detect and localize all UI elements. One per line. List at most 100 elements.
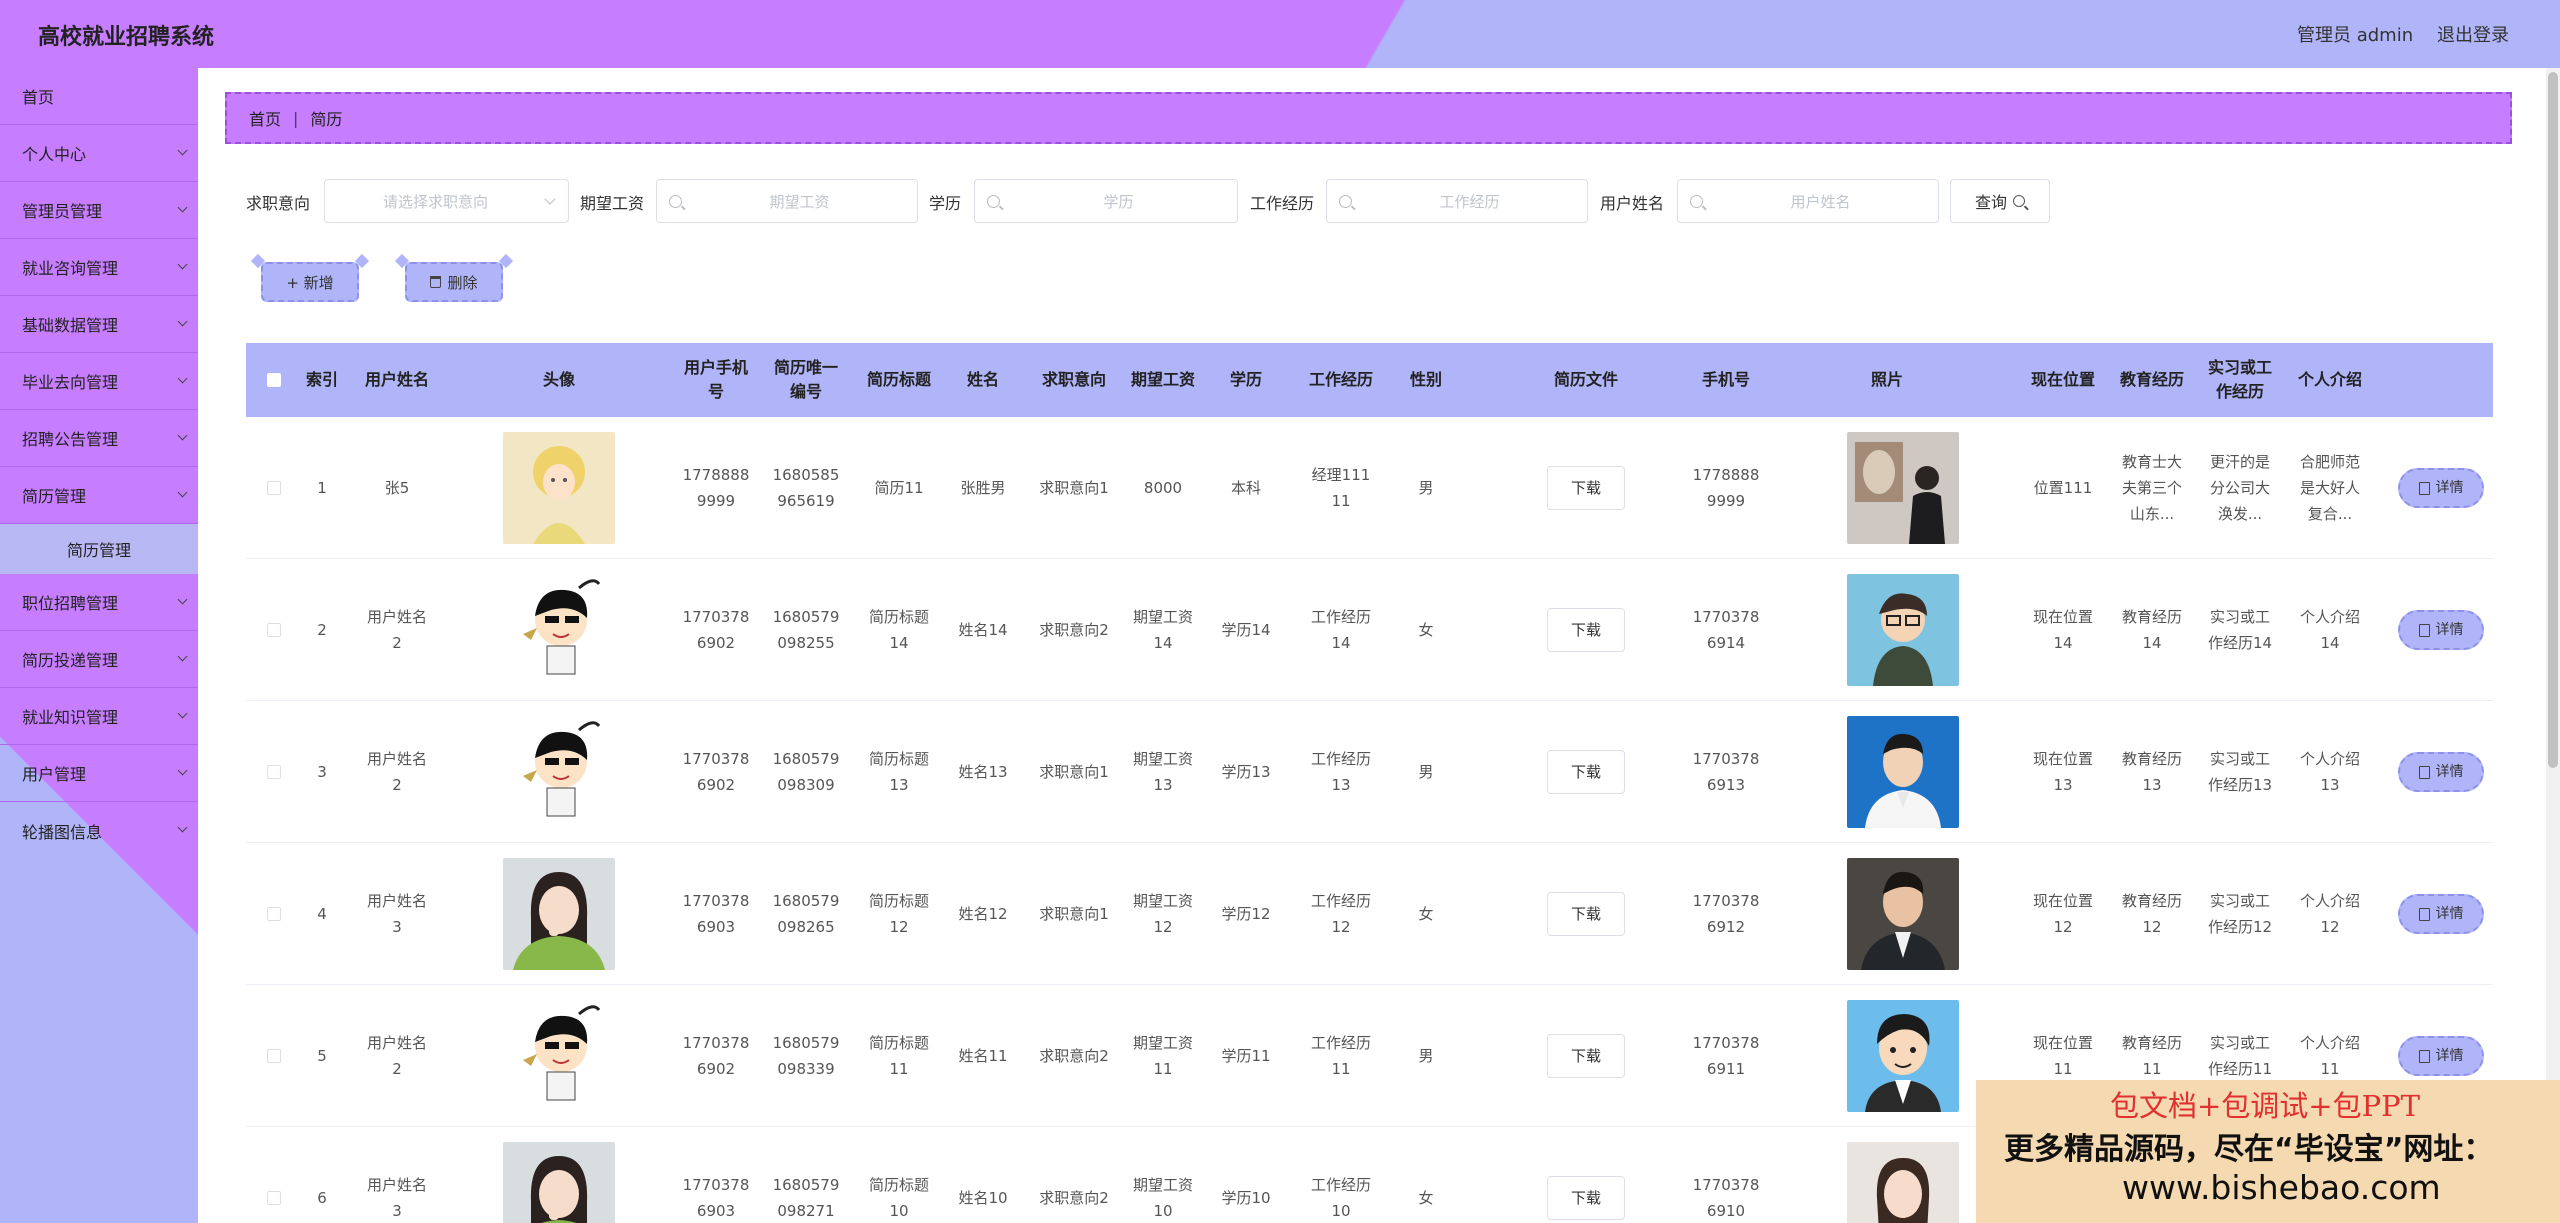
cell-gender: 女	[1418, 1189, 1434, 1207]
row-checkbox[interactable]	[267, 907, 281, 921]
row-checkbox[interactable]	[267, 1049, 281, 1063]
intention-select[interactable]: 请选择求职意向	[324, 179, 569, 223]
logout-link[interactable]: 退出登录	[2437, 21, 2509, 47]
cell-salary: 期望工资12	[1132, 892, 1193, 936]
detail-button[interactable]: 详情	[2398, 752, 2484, 792]
sidebar-subitem-resume-management[interactable]: 简历管理	[0, 524, 198, 574]
cell-resume-code: 1680579098265	[772, 892, 840, 936]
cell-index: 4	[317, 905, 327, 923]
chevron-down-icon	[177, 259, 188, 270]
detail-button[interactable]: 详情	[2398, 1036, 2484, 1076]
download-button[interactable]: 下载	[1547, 1176, 1625, 1220]
th-mobile: 手机号	[1701, 370, 1750, 389]
row-checkbox[interactable]	[267, 623, 281, 637]
detail-button[interactable]: 详情	[2398, 610, 2484, 650]
detail-button[interactable]: 详情	[2398, 894, 2484, 934]
download-button[interactable]: 下载	[1547, 892, 1625, 936]
experience-label: 工作经历	[1250, 194, 1315, 213]
sidebar-item-home[interactable]: 首页	[0, 68, 198, 125]
cell-gender: 男	[1418, 479, 1434, 497]
sidebar-item-resume-delivery[interactable]: 简历投递管理	[0, 631, 198, 688]
download-button[interactable]: 下载	[1547, 750, 1625, 794]
row-checkbox[interactable]	[267, 765, 281, 779]
cell-salary: 8000	[1143, 479, 1183, 497]
th-location: 现在位置	[2030, 370, 2095, 389]
select-all-checkbox[interactable]	[267, 373, 281, 387]
experience-input[interactable]: 工作经历	[1326, 179, 1588, 223]
sidebar-item-carousel[interactable]: 轮播图信息	[0, 802, 198, 859]
breadcrumb-home[interactable]: 首页	[249, 106, 281, 130]
cell-introduction: 个人介绍14	[2299, 608, 2360, 652]
th-name: 姓名	[966, 370, 999, 389]
query-label: 查询	[1974, 193, 2007, 212]
search-icon	[987, 194, 1000, 208]
cell-mobile: 17703786914	[1692, 608, 1760, 652]
cell-username: 用户姓名2	[367, 1034, 428, 1078]
cell-resume-file: 下载	[1546, 559, 1626, 701]
cell-introduction: 合肥师范是大好人复合...	[2299, 453, 2360, 523]
sidebar-item-employment-consulting[interactable]: 就业咨询管理	[0, 239, 198, 296]
cell-resume-title: 简历标题11	[868, 1034, 929, 1078]
cell-work-history: 更汗的是分公司大涣发...	[2209, 453, 2270, 523]
cell-mobile: 17703786913	[1692, 750, 1760, 794]
download-button[interactable]: 下载	[1547, 1034, 1625, 1078]
th-introduction: 个人介绍	[2297, 370, 2362, 389]
detail-label: 详情	[2435, 1048, 2464, 1064]
cell-user-phone: 17788889999	[682, 466, 750, 510]
chevron-down-icon	[177, 430, 188, 441]
trash-icon	[430, 276, 442, 288]
app-title: 高校就业招聘系统	[38, 25, 215, 50]
row-checkbox[interactable]	[267, 481, 281, 495]
avatar	[503, 574, 615, 686]
chevron-down-icon	[177, 765, 188, 776]
search-icon	[1690, 194, 1703, 208]
cell-photo	[1847, 1127, 1959, 1223]
sidebar-item-employment-knowledge[interactable]: 就业知识管理	[0, 688, 198, 745]
cell-experience: 工作经历13	[1310, 750, 1371, 794]
cell-education: 学历12	[1221, 905, 1271, 923]
cell-mobile: 17788889999	[1692, 466, 1760, 510]
cell-education: 学历14	[1221, 621, 1271, 639]
sidebar-item-user-management[interactable]: 用户管理	[0, 745, 198, 802]
detail-button[interactable]: 详情	[2398, 468, 2484, 508]
cell-resume-title: 简历标题14	[868, 608, 929, 652]
sidebar-item-label: 用户管理	[22, 765, 87, 784]
sidebar-item-job-recruitment[interactable]: 职位招聘管理	[0, 574, 198, 631]
th-photo: 照片	[1870, 370, 1903, 389]
cell-resume-file: 下载	[1546, 843, 1626, 985]
cell-experience: 工作经历10	[1310, 1176, 1371, 1220]
add-button[interactable]: + 新增	[261, 262, 359, 302]
breadcrumb-current: 简历	[310, 110, 343, 129]
row-checkbox[interactable]	[267, 1191, 281, 1205]
th-salary: 期望工资	[1130, 370, 1195, 389]
watermark-line-1: 包文档+包调试+包PPT	[2110, 1089, 2420, 1123]
sidebar-item-personal-center[interactable]: 个人中心	[0, 125, 198, 182]
chevron-down-icon	[177, 708, 188, 719]
sidebar-item-basic-data[interactable]: 基础数据管理	[0, 296, 198, 353]
sidebar-item-label: 就业咨询管理	[22, 259, 119, 278]
row-checkbox-cell	[246, 985, 302, 1127]
cell-user-phone: 17703786902	[682, 608, 750, 652]
education-input[interactable]: 学历	[974, 179, 1238, 223]
username-input[interactable]: 用户姓名	[1677, 179, 1939, 223]
sidebar-item-admin-management[interactable]: 管理员管理	[0, 182, 198, 239]
photo	[1847, 574, 1959, 686]
salary-input[interactable]: 期望工资	[656, 179, 918, 223]
download-button[interactable]: 下载	[1547, 608, 1625, 652]
query-button[interactable]: 查询	[1950, 179, 2050, 223]
delete-button[interactable]: 删除	[405, 262, 503, 302]
cell-location: 现在位置12	[2032, 892, 2093, 936]
download-button[interactable]: 下载	[1547, 466, 1625, 510]
cell-work-history: 实习或工作经历12	[2207, 892, 2273, 936]
sidebar-item-label: 管理员管理	[22, 202, 103, 221]
cell-photo	[1847, 559, 1959, 701]
sidebar-item-graduation-destination[interactable]: 毕业去向管理	[0, 353, 198, 410]
chevron-down-icon	[177, 145, 188, 156]
cell-location: 现在位置13	[2032, 750, 2093, 794]
sidebar-item-recruitment-notice[interactable]: 招聘公告管理	[0, 410, 198, 467]
vertical-scrollbar[interactable]	[2548, 72, 2558, 768]
sidebar-item-resume-management[interactable]: 简历管理	[0, 467, 198, 524]
cell-index: 2	[317, 621, 327, 639]
document-icon	[2418, 765, 2430, 779]
cell-resume-file: 下载	[1546, 417, 1626, 559]
